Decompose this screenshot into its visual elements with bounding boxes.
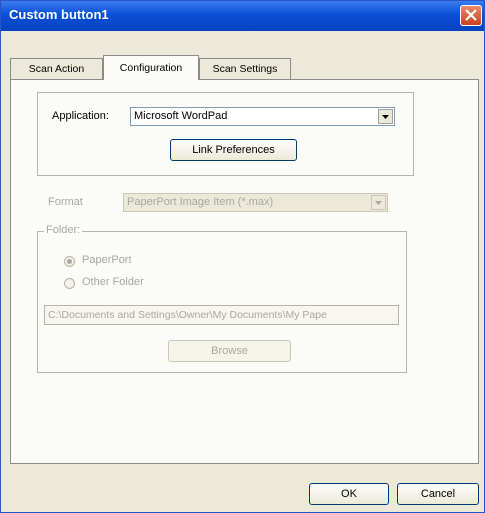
ok-label: OK xyxy=(341,488,357,500)
other-folder-radio[interactable] xyxy=(64,278,75,289)
browse-button[interactable]: Browse xyxy=(168,340,291,362)
cancel-button[interactable]: Cancel xyxy=(397,483,479,505)
paperport-label: PaperPort xyxy=(82,254,132,266)
paperport-radio[interactable] xyxy=(64,256,75,267)
application-group: Application: Microsoft WordPad Link Pref… xyxy=(37,92,414,176)
format-value: PaperPort Image Item (*.max) xyxy=(127,196,274,208)
application-value: Microsoft WordPad xyxy=(134,110,228,122)
chevron-down-icon xyxy=(371,195,386,210)
ok-button[interactable]: OK xyxy=(309,483,389,505)
browse-label: Browse xyxy=(211,345,248,357)
window-title: Custom button1 xyxy=(9,7,109,22)
tab-scan-action[interactable]: Scan Action xyxy=(10,58,103,79)
cancel-label: Cancel xyxy=(420,488,456,500)
other-folder-label: Other Folder xyxy=(82,276,144,288)
tab-label: Configuration xyxy=(119,62,183,74)
tab-scan-settings[interactable]: Scan Settings xyxy=(199,58,291,79)
link-preferences-label: Link Preferences xyxy=(192,144,275,156)
application-select[interactable]: Microsoft WordPad xyxy=(130,107,395,126)
dialog-window: Custom button1 Scan Action Configuration… xyxy=(0,0,485,513)
tab-label: Scan Settings xyxy=(212,63,278,75)
application-label: Application: xyxy=(52,110,109,122)
link-preferences-button[interactable]: Link Preferences xyxy=(170,139,297,161)
tab-configuration[interactable]: Configuration xyxy=(103,55,199,80)
folder-group-label: Folder: xyxy=(44,224,83,236)
folder-path-value: C:\Documents and Settings\Owner\My Docum… xyxy=(48,309,327,321)
folder-group: Folder: PaperPort Other Folder C:\Docume… xyxy=(37,224,407,373)
title-bar[interactable]: Custom button1 xyxy=(1,1,484,31)
tab-label: Scan Action xyxy=(28,63,85,75)
folder-path-field[interactable]: C:\Documents and Settings\Owner\My Docum… xyxy=(44,305,399,325)
close-icon xyxy=(465,9,477,21)
format-label: Format xyxy=(48,196,83,208)
chevron-down-icon xyxy=(378,109,393,124)
format-select[interactable]: PaperPort Image Item (*.max) xyxy=(123,193,388,212)
close-button[interactable] xyxy=(460,5,482,26)
tab-panel-configuration: Application: Microsoft WordPad Link Pref… xyxy=(10,79,479,464)
